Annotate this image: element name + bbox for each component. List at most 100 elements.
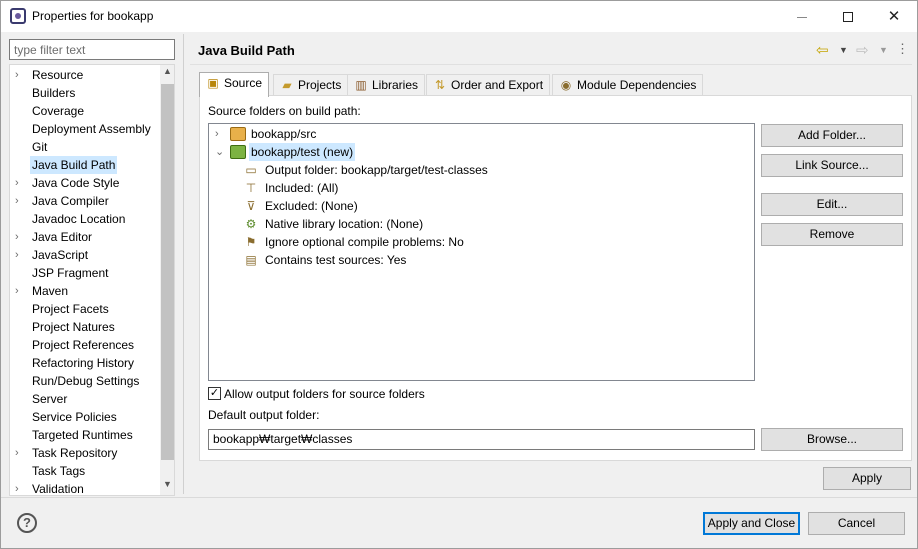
- sidebar-item-java-code-style[interactable]: › Java Code Style: [10, 174, 160, 192]
- tree-child-native-library[interactable]: ⚙ Native library location: (None): [243, 215, 643, 233]
- minimize-button[interactable]: [779, 1, 825, 32]
- sidebar-item-label: Task Tags: [32, 464, 86, 478]
- tree-child-excluded[interactable]: ⊽ Excluded: (None): [243, 197, 643, 215]
- source-icon: ▣: [207, 76, 219, 90]
- back-menu-icon[interactable]: ▼: [839, 45, 848, 55]
- test-source-folder-icon: [230, 145, 246, 159]
- chevron-right-icon[interactable]: ›: [215, 125, 225, 143]
- tab-order-export[interactable]: ⇅ Order and Export: [426, 74, 551, 96]
- sidebar-item-java-editor[interactable]: › Java Editor: [10, 228, 160, 246]
- sidebar-item-label: Targeted Runtimes: [32, 428, 133, 442]
- sidebar-item-label: Deployment Assembly: [32, 122, 151, 136]
- tree-child-included[interactable]: ⊤ Included: (All): [243, 179, 643, 197]
- sidebar-item-run-debug-settings[interactable]: Run/Debug Settings: [10, 372, 160, 390]
- apply-button[interactable]: Apply: [823, 467, 911, 490]
- module-icon: ◉: [560, 78, 572, 92]
- filter-input[interactable]: [9, 39, 175, 60]
- more-options-icon[interactable]: ⋮: [896, 41, 909, 57]
- chevron-right-icon[interactable]: ›: [15, 480, 25, 495]
- sidebar-item-java-compiler[interactable]: › Java Compiler: [10, 192, 160, 210]
- window-title: Properties for bookapp: [32, 9, 154, 23]
- tree-node-test[interactable]: ⌄ bookapp/test (new): [215, 143, 515, 161]
- sidebar-item-resource[interactable]: › Resource: [10, 66, 160, 84]
- chevron-right-icon[interactable]: ›: [15, 228, 25, 246]
- tree-child-test-sources[interactable]: ▤ Contains test sources: Yes: [243, 251, 643, 269]
- property-page-tree: › Resource Builders Coverage Deployment Asse…: [9, 64, 175, 496]
- maximize-button[interactable]: [825, 1, 871, 32]
- scroll-up-icon[interactable]: ▲: [160, 66, 174, 76]
- remove-button[interactable]: Remove: [761, 223, 903, 246]
- sidebar-item-task-repository[interactable]: › Task Repository: [10, 444, 160, 462]
- sidebar-item-refactoring-history[interactable]: Refactoring History: [10, 354, 160, 372]
- panel-divider[interactable]: [183, 34, 184, 494]
- add-folder-button[interactable]: Add Folder...: [761, 124, 903, 147]
- output-folder-icon: ▭: [245, 163, 257, 177]
- sidebar-item-label: Java Build Path: [30, 156, 118, 174]
- sidebar-item-validation[interactable]: › Validation: [10, 480, 160, 495]
- chevron-right-icon[interactable]: ›: [15, 66, 25, 84]
- sidebar-item-service-policies[interactable]: Service Policies: [10, 408, 160, 426]
- sidebar-item-targeted-runtimes[interactable]: Targeted Runtimes: [10, 426, 160, 444]
- sidebar-item-java-build-path[interactable]: Java Build Path: [10, 156, 160, 174]
- tree-child-output-folder[interactable]: ▭ Output folder: bookapp/target/test-cla…: [243, 161, 643, 179]
- tab-module-dependencies[interactable]: ◉ Module Dependencies: [552, 74, 704, 96]
- chevron-right-icon[interactable]: ›: [15, 246, 25, 264]
- source-folder-tree[interactable]: › bookapp/src ⌄ bookapp/test (new) ▭ Out…: [208, 123, 755, 381]
- sidebar-item-label: Java Editor: [32, 230, 93, 244]
- scroll-down-icon[interactable]: ▼: [160, 479, 174, 489]
- sidebar-item-task-tags[interactable]: Task Tags: [10, 462, 160, 480]
- sidebar-item-label: Resource: [32, 68, 84, 82]
- apply-and-close-button[interactable]: Apply and Close: [703, 512, 800, 535]
- sidebar-item-label: Git: [32, 140, 48, 154]
- sidebar-item-git[interactable]: Git: [10, 138, 160, 156]
- native-library-icon: ⚙: [245, 217, 257, 231]
- link-source-button[interactable]: Link Source...: [761, 154, 903, 177]
- sidebar-item-project-natures[interactable]: Project Natures: [10, 318, 160, 336]
- tab-projects[interactable]: ▰ Projects: [273, 74, 349, 96]
- forward-arrow-icon[interactable]: ⇨: [856, 41, 869, 59]
- default-output-field[interactable]: bookapp₩target₩classes: [208, 429, 755, 450]
- sidebar-item-coverage[interactable]: Coverage: [10, 102, 160, 120]
- sidebar-item-label: JavaScript: [32, 248, 89, 262]
- tree-child-ignore-problems[interactable]: ⚑ Ignore optional compile problems: No: [243, 233, 643, 251]
- sidebar-scrollbar[interactable]: ▲ ▼: [160, 65, 174, 495]
- sidebar-item-maven[interactable]: › Maven: [10, 282, 160, 300]
- help-icon[interactable]: ?: [17, 513, 37, 533]
- properties-dialog: Properties for bookapp ✕ › Resource Builde…: [0, 0, 918, 549]
- chevron-right-icon[interactable]: ›: [15, 174, 25, 192]
- browse-button[interactable]: Browse...: [761, 428, 903, 451]
- sidebar-item-project-references[interactable]: Project References: [10, 336, 160, 354]
- sidebar-item-server[interactable]: Server: [10, 390, 160, 408]
- sidebar-item-label: Service Policies: [32, 410, 117, 424]
- allow-output-label: Allow output folders for source folders: [224, 387, 425, 401]
- sidebar-item-label: Javadoc Location: [32, 212, 126, 226]
- sidebar-item-jsp-fragment[interactable]: JSP Fragment: [10, 264, 160, 282]
- sidebar-item-javadoc-location[interactable]: Javadoc Location: [10, 210, 160, 228]
- sidebar-item-javascript[interactable]: › JavaScript: [10, 246, 160, 264]
- chevron-right-icon[interactable]: ›: [15, 444, 25, 462]
- close-button[interactable]: ✕: [871, 1, 917, 32]
- source-folders-label: Source folders on build path:: [208, 104, 361, 118]
- sidebar-item-deployment-assembly[interactable]: Deployment Assembly: [10, 120, 160, 138]
- tree-node-src[interactable]: › bookapp/src: [215, 125, 515, 143]
- scrollbar-thumb[interactable]: [161, 84, 174, 460]
- title-bar: Properties for bookapp ✕: [1, 1, 917, 32]
- tab-source[interactable]: ▣ Source: [199, 72, 270, 97]
- sidebar-item-label: JSP Fragment: [32, 266, 109, 280]
- sidebar-item-label: Maven: [32, 284, 69, 298]
- page-nav-toolbar: ⇦ ▼ ⇨ ▼ ⋮: [816, 41, 911, 59]
- edit-button[interactable]: Edit...: [761, 193, 903, 216]
- tab-libraries[interactable]: ▥ Libraries: [347, 74, 426, 96]
- forward-menu-icon[interactable]: ▼: [879, 45, 888, 55]
- back-arrow-icon[interactable]: ⇦: [816, 41, 829, 59]
- cancel-button[interactable]: Cancel: [808, 512, 905, 535]
- chevron-right-icon[interactable]: ›: [15, 192, 25, 210]
- chevron-down-icon[interactable]: ⌄: [215, 143, 225, 161]
- sidebar-item-label: Run/Debug Settings: [32, 374, 140, 388]
- allow-output-checkbox[interactable]: ✓: [208, 387, 221, 400]
- maximize-icon: [843, 12, 853, 23]
- sidebar-item-project-facets[interactable]: Project Facets: [10, 300, 160, 318]
- sidebar-item-builders[interactable]: Builders: [10, 84, 160, 102]
- source-folder-icon: [230, 127, 246, 141]
- chevron-right-icon[interactable]: ›: [15, 282, 25, 300]
